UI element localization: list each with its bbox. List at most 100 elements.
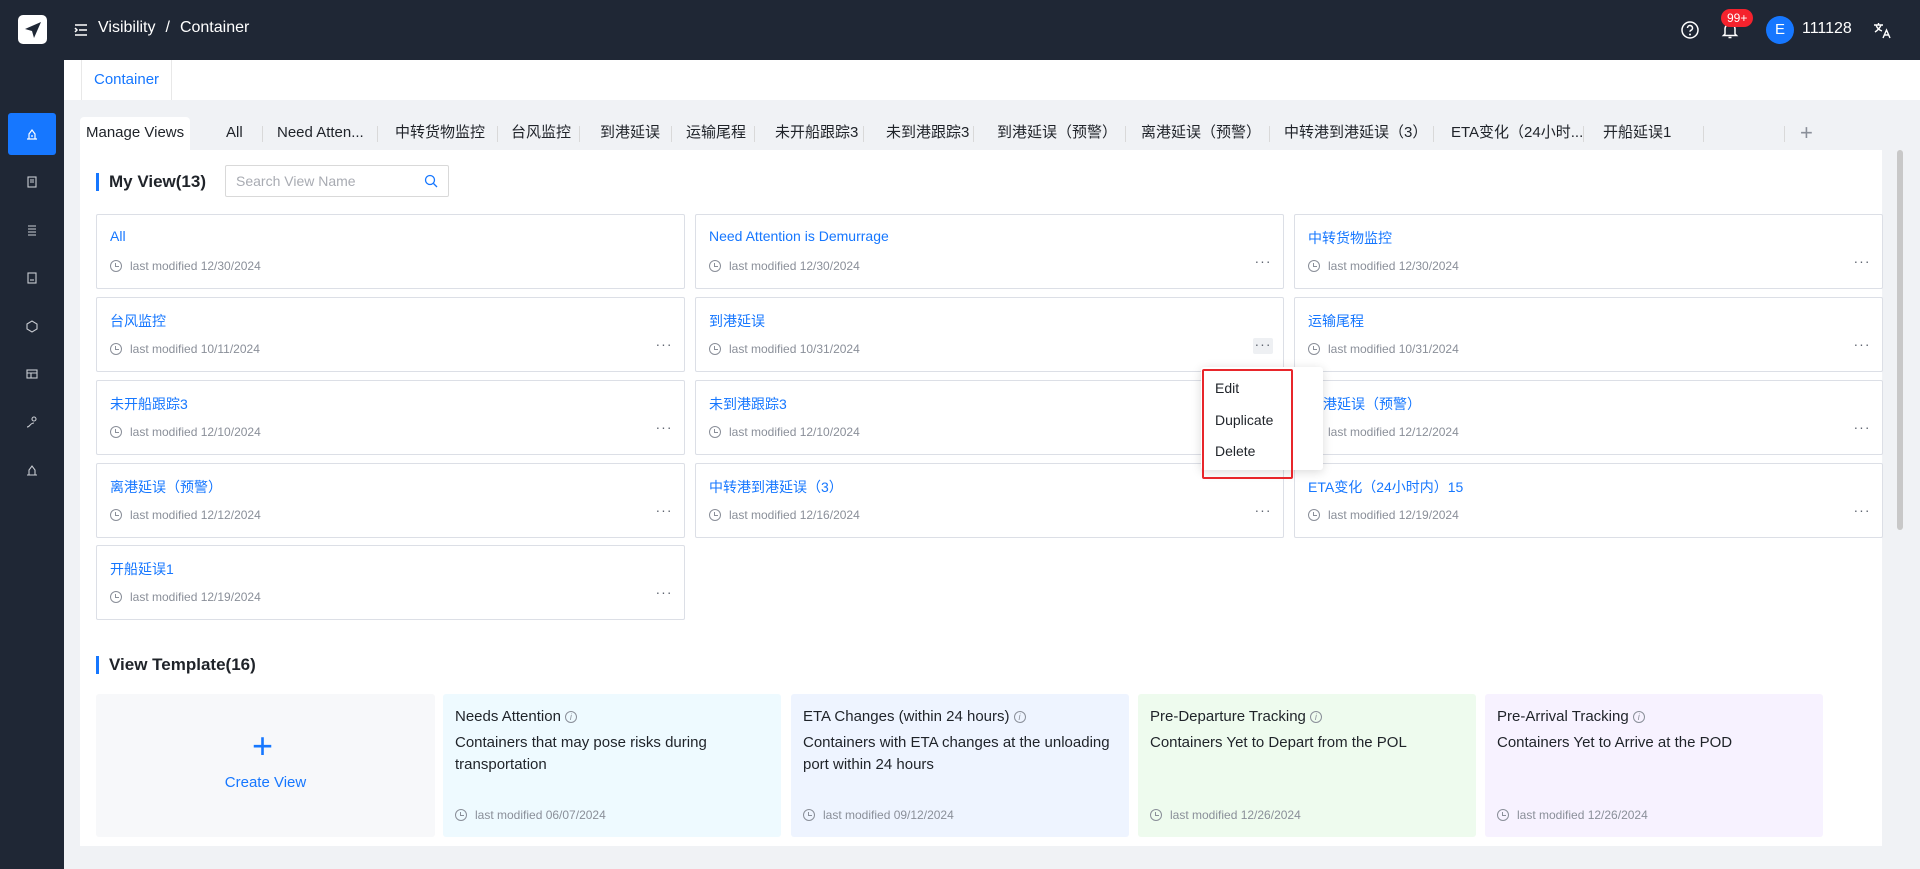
view-name[interactable]: 离港延误（预警） (110, 477, 222, 497)
page-tab-container[interactable]: Container (81, 60, 173, 100)
view-name[interactable]: 开船延误1 (110, 559, 174, 579)
view-card[interactable]: 港延误（预警） last modified 12/12/2024 ··· (1294, 380, 1883, 455)
tab-departure-delay-warning[interactable]: 离港延误（预警） (1135, 117, 1267, 151)
template-card[interactable]: ETA Changes (within 24 hours) i Container… (791, 694, 1129, 837)
modified-text: last modified 12/16/2024 (729, 508, 860, 522)
more-options-icon[interactable]: ··· (1852, 420, 1872, 437)
template-title: Pre-Arrival Tracking i (1497, 708, 1645, 725)
view-name[interactable]: 中转港到港延误（3） (709, 477, 843, 497)
tab-separator (377, 126, 378, 142)
tab-separator (579, 126, 580, 142)
create-view-card[interactable]: + Create View (96, 694, 435, 837)
template-description: Containers that may pose risks during tr… (455, 734, 707, 773)
sidebar-item-table[interactable] (8, 353, 56, 395)
more-options-icon[interactable]: ··· (1253, 337, 1273, 354)
template-title: Pre-Departure Tracking i (1150, 708, 1322, 725)
tab-transit-monitor[interactable]: 中转货物监控 (389, 117, 491, 151)
tab-last-mile[interactable]: 运输尾程 (680, 117, 752, 151)
view-card[interactable]: 未到港跟踪3 last modified 12/10/2024 (695, 380, 1284, 455)
more-options-icon[interactable]: ··· (654, 420, 674, 437)
template-description: Containers with ETA changes at the unloa… (803, 734, 1110, 773)
avatar[interactable]: E (1766, 16, 1794, 44)
container-icon (27, 129, 37, 140)
highlight-box (1202, 369, 1293, 479)
template-title-text: Pre-Departure Tracking (1150, 708, 1306, 725)
view-name[interactable]: 到港延误 (709, 311, 765, 331)
menu-toggle-icon[interactable] (72, 21, 90, 39)
more-options-icon[interactable]: ··· (1253, 254, 1273, 271)
info-icon[interactable]: i (1013, 710, 1026, 723)
view-card[interactable]: 开船延误1 last modified 12/19/2024 ··· (96, 545, 685, 620)
template-card[interactable]: Pre-Arrival Tracking i Containers Yet to … (1485, 694, 1823, 837)
view-name[interactable]: All (110, 228, 126, 244)
sidebar-item-report[interactable] (8, 257, 56, 299)
more-options-icon[interactable]: ··· (654, 585, 674, 602)
view-name[interactable]: 运输尾程 (1308, 311, 1364, 331)
tab-not-departed[interactable]: 未开船跟踪3 (769, 117, 864, 151)
sidebar-item-port[interactable] (8, 449, 56, 491)
view-card[interactable]: 中转货物监控 last modified 12/30/2024 ··· (1294, 214, 1883, 289)
sidebar-item-list[interactable] (8, 209, 56, 251)
sidebar-item-container[interactable] (8, 113, 56, 155)
modified-text: last modified 10/31/2024 (1328, 342, 1459, 356)
tab-transit-arrival-delay[interactable]: 中转港到港延误（3） (1278, 117, 1433, 151)
view-card[interactable]: Need Attention is Demurrage last modifie… (695, 214, 1284, 289)
create-view-label[interactable]: Create View (96, 774, 435, 791)
tab-separator (671, 126, 672, 142)
breadcrumb: Visibility / Container (98, 19, 249, 37)
view-card[interactable]: ETA变化（24小时内）15 last modified 12/19/2024 … (1294, 463, 1883, 538)
sidebar-item-route[interactable] (8, 401, 56, 443)
scrollbar-thumb[interactable] (1897, 150, 1903, 530)
view-card[interactable]: 运输尾程 last modified 10/31/2024 ··· (1294, 297, 1883, 372)
app-logo[interactable] (18, 15, 47, 44)
tab-departure-delay[interactable]: 开船延误1 (1597, 117, 1677, 151)
view-name[interactable]: 台风监控 (110, 311, 166, 331)
view-card[interactable]: 离港延误（预警） last modified 12/12/2024 ··· (96, 463, 685, 538)
view-name[interactable]: ETA变化（24小时内）15 (1308, 477, 1463, 497)
more-options-icon[interactable]: ··· (1852, 254, 1872, 271)
view-name[interactable]: 中转货物监控 (1308, 228, 1392, 248)
translate-icon[interactable] (1872, 20, 1892, 40)
tab-separator (1583, 126, 1584, 142)
clock-icon (110, 426, 122, 438)
tab-need-attention[interactable]: Need Atten... (271, 117, 370, 151)
tab-typhoon-monitor[interactable]: 台风监控 (505, 117, 577, 151)
view-name[interactable]: 未到港跟踪3 (709, 394, 787, 414)
more-options-icon[interactable]: ··· (1253, 503, 1273, 520)
view-card[interactable]: All last modified 12/30/2024 (96, 214, 685, 289)
view-name[interactable]: 港延误（预警） (1323, 394, 1421, 414)
breadcrumb-item-visibility[interactable]: Visibility (98, 19, 156, 37)
info-icon[interactable]: i (1309, 710, 1322, 723)
view-card[interactable]: 中转港到港延误（3） last modified 12/16/2024 ··· (695, 463, 1284, 538)
more-options-icon[interactable]: ··· (1852, 337, 1872, 354)
info-icon[interactable]: i (1632, 710, 1645, 723)
sidebar-item-cargo[interactable] (8, 305, 56, 347)
breadcrumb-separator: / (165, 19, 170, 36)
username[interactable]: 111128 (1802, 20, 1852, 38)
view-card[interactable]: 台风监控 last modified 10/11/2024 ··· (96, 297, 685, 372)
tab-arrival-delay[interactable]: 到港延误 (594, 117, 666, 151)
top-bar: Visibility / Container 99+ E 111128 (0, 0, 1920, 60)
search-icon[interactable] (424, 174, 438, 188)
tab-eta-change[interactable]: ETA变化（24小时... (1445, 117, 1589, 151)
more-options-icon[interactable]: ··· (654, 337, 674, 354)
view-name[interactable]: 未开船跟踪3 (110, 394, 188, 414)
clock-icon (1308, 343, 1320, 355)
template-card[interactable]: Needs Attention i Containers that may pos… (443, 694, 781, 837)
help-icon[interactable] (1680, 20, 1700, 40)
add-tab-icon[interactable]: + (1800, 122, 1813, 144)
more-options-icon[interactable]: ··· (1852, 503, 1872, 520)
view-name[interactable]: Need Attention is Demurrage (709, 228, 889, 244)
more-options-icon[interactable]: ··· (654, 503, 674, 520)
tab-not-arrived[interactable]: 未到港跟踪3 (880, 117, 975, 151)
info-icon[interactable]: i (564, 710, 577, 723)
tab-all[interactable]: All (220, 117, 249, 151)
tab-arrival-delay-warning[interactable]: 到港延误（预警） (991, 117, 1123, 151)
tab-separator (1784, 126, 1785, 142)
view-card[interactable]: 未开船跟踪3 last modified 12/10/2024 ··· (96, 380, 685, 455)
search-view-input[interactable]: Search View Name (225, 165, 449, 197)
tab-manage-views[interactable]: Manage Views (80, 117, 191, 151)
sidebar-item-documents[interactable] (8, 161, 56, 203)
view-card[interactable]: 到港延误 last modified 10/31/2024 ··· (695, 297, 1284, 372)
template-card[interactable]: Pre-Departure Tracking i Containers Yet t… (1138, 694, 1476, 837)
